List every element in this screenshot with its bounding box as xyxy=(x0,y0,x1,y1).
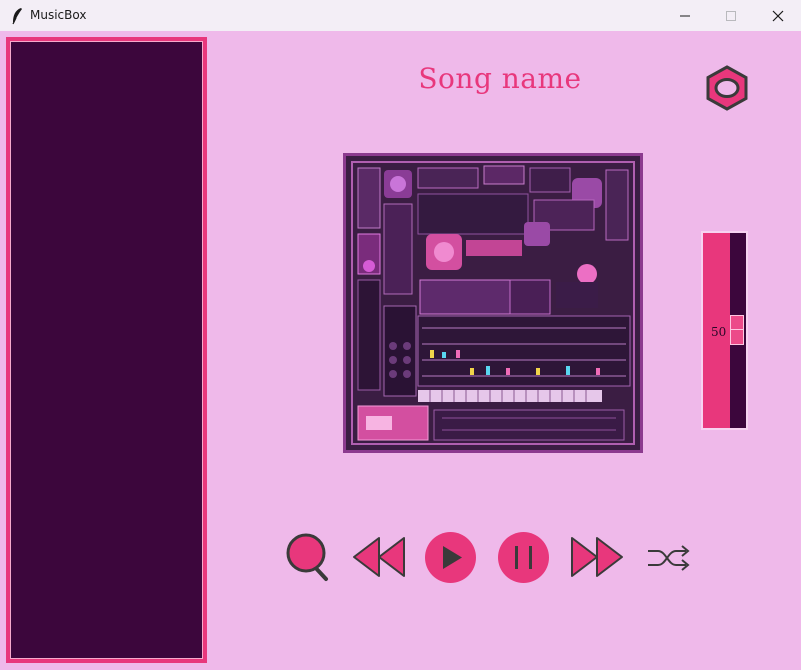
next-button[interactable] xyxy=(570,536,624,578)
shuffle-icon xyxy=(648,545,690,571)
minimize-button[interactable] xyxy=(662,0,708,31)
window-title: MusicBox xyxy=(30,8,87,22)
maximize-button[interactable] xyxy=(708,0,754,31)
album-art xyxy=(343,153,643,453)
previous-button[interactable] xyxy=(352,536,406,578)
feather-icon xyxy=(12,8,22,25)
playlist-panel[interactable] xyxy=(6,37,207,663)
song-name-label: Song name xyxy=(418,62,582,95)
fast-forward-icon xyxy=(571,537,623,577)
pause-icon xyxy=(498,532,549,583)
album-art-image xyxy=(346,156,640,450)
shuffle-button[interactable] xyxy=(646,543,692,573)
maximize-icon xyxy=(726,11,736,21)
pause-button[interactable] xyxy=(497,531,550,584)
play-icon xyxy=(425,532,476,583)
hexagon-nut-icon xyxy=(706,65,748,111)
title-bar: MusicBox xyxy=(0,0,801,31)
search-button[interactable] xyxy=(284,532,332,582)
volume-knob[interactable] xyxy=(730,315,744,345)
volume-slider[interactable]: 50 xyxy=(701,231,748,430)
volume-value: 50 xyxy=(711,325,727,339)
rewind-icon xyxy=(353,537,405,577)
close-icon xyxy=(772,10,784,22)
search-icon xyxy=(286,533,328,581)
playlist-list[interactable] xyxy=(10,41,203,659)
settings-button[interactable] xyxy=(703,64,751,112)
minimize-icon xyxy=(680,15,690,17)
play-button[interactable] xyxy=(424,531,477,584)
close-button[interactable] xyxy=(755,0,801,31)
